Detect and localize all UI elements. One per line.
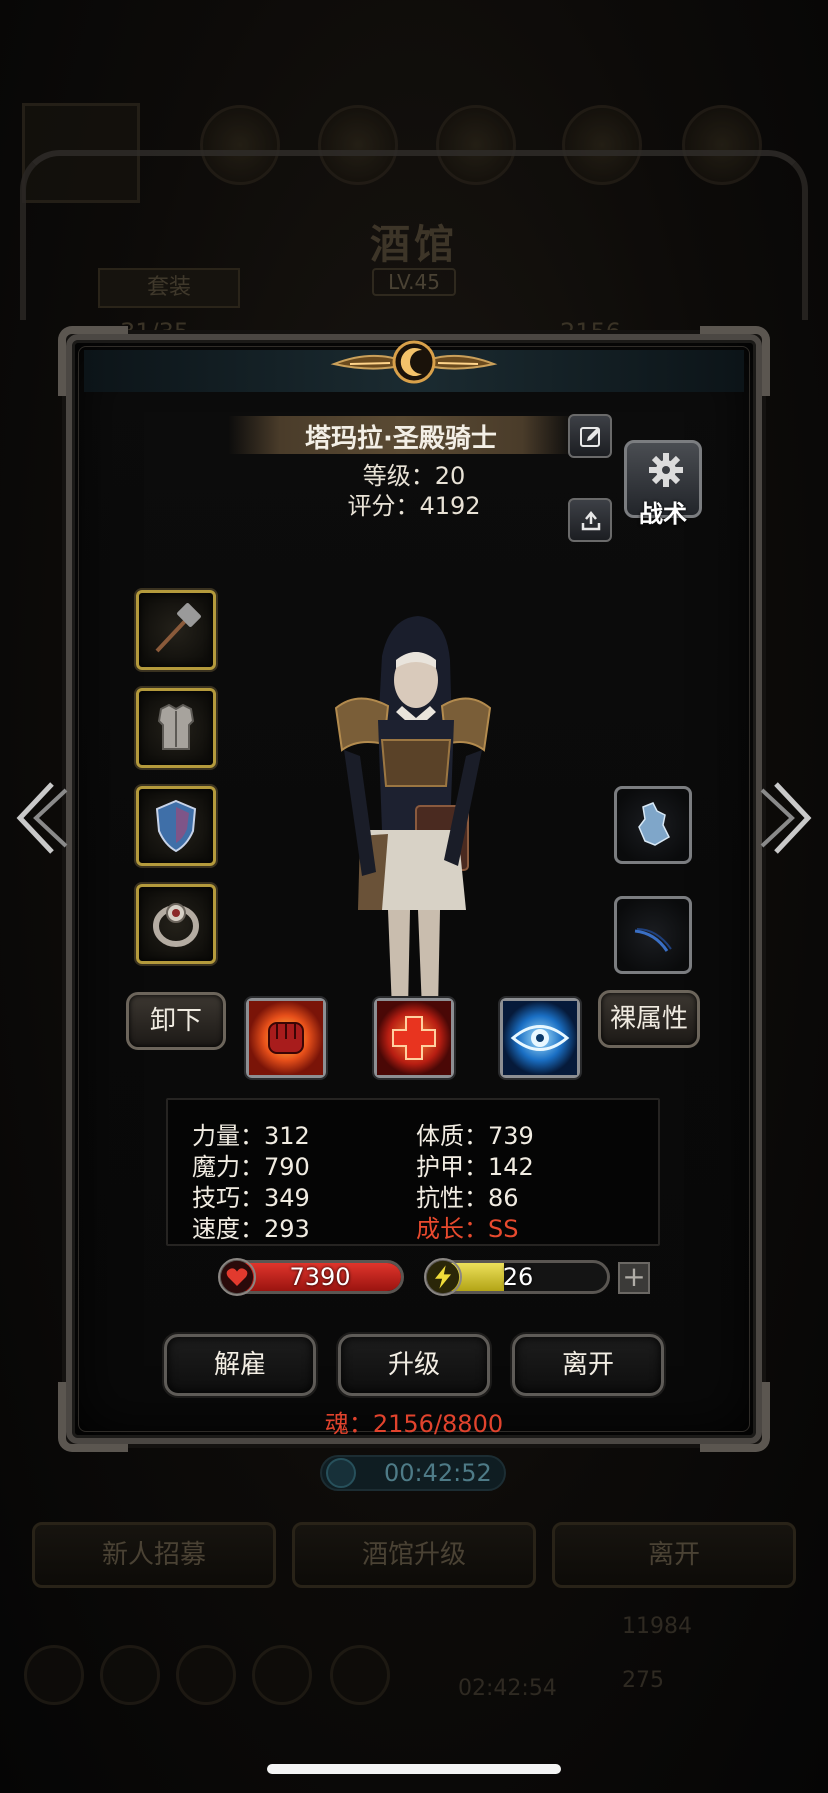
soul-cost: 魂：2156/8800 (324, 1410, 504, 1438)
background-currency-a: 11984 (622, 1614, 692, 1639)
background-tavern-upgrade-button: 酒馆升级 (292, 1522, 536, 1588)
equip-slot-accessory-2[interactable] (614, 896, 692, 974)
equip-slot-shield[interactable] (136, 786, 216, 866)
shield-icon (155, 799, 197, 853)
pencil-icon (580, 427, 600, 447)
background-nav-icon (100, 1645, 160, 1705)
dismiss-button[interactable]: 解雇 (164, 1334, 316, 1396)
background-nav-icon (330, 1645, 390, 1705)
equip-slot-weapon[interactable] (136, 590, 216, 670)
equip-slot-accessory-1[interactable] (614, 786, 692, 864)
cross-heal-icon (377, 1001, 451, 1075)
background-nav-icon (176, 1645, 236, 1705)
feather-icon (634, 928, 672, 952)
background-ornate-frame (20, 150, 808, 320)
skill-slot-2[interactable] (374, 998, 454, 1078)
hammer-icon (155, 603, 201, 653)
stat-speed: 速度：293 (192, 1215, 310, 1243)
moon-crest-icon (330, 340, 498, 384)
tactics-label: 战术 (639, 500, 687, 528)
equip-slot-ring[interactable] (136, 884, 216, 964)
stat-resistance: 抗性：86 (416, 1184, 519, 1212)
background-leave-button: 离开 (552, 1522, 796, 1588)
hero-score: 评分：4192 (347, 492, 481, 520)
hero-name: 塔玛拉·圣殿骑士 (305, 424, 497, 454)
lightning-icon (424, 1258, 462, 1296)
stat-growth: 成长：SS (416, 1215, 519, 1243)
background-currency-b: 275 (622, 1668, 664, 1693)
upload-icon (581, 511, 601, 531)
stat-constitution: 体质：739 (416, 1122, 534, 1150)
base-attributes-button[interactable]: 裸属性 (598, 990, 700, 1048)
equip-slot-armor[interactable] (136, 688, 216, 768)
hero-portrait (334, 616, 492, 1010)
background-timer: 00:42:52 (384, 1459, 492, 1487)
ring-icon (153, 903, 199, 947)
share-button[interactable] (568, 498, 612, 542)
leave-button[interactable]: 离开 (512, 1334, 664, 1396)
rename-button[interactable] (568, 414, 612, 458)
background-nav-icon (252, 1645, 312, 1705)
background-recruit-button: 新人招募 (32, 1522, 276, 1588)
gear-icon (649, 453, 683, 487)
home-indicator (267, 1764, 561, 1774)
stat-magic: 魔力：790 (192, 1153, 310, 1181)
skill-slot-3[interactable] (500, 998, 580, 1078)
stat-armor: 护甲：142 (416, 1153, 534, 1181)
frame-corner (58, 326, 128, 396)
chest-armor-icon (157, 703, 195, 750)
stat-skill: 技巧：349 (192, 1184, 310, 1212)
chevron-left-icon[interactable] (12, 780, 68, 856)
fist-icon (249, 1001, 323, 1075)
ice-crystal-icon (638, 802, 670, 846)
eye-icon (503, 1001, 577, 1075)
heart-icon (218, 1258, 256, 1296)
stat-strength: 力量：312 (192, 1122, 310, 1150)
add-energy-button[interactable]: + (618, 1262, 650, 1294)
background-bottom-timer: 02:42:54 (458, 1676, 557, 1701)
skill-slot-1[interactable] (246, 998, 326, 1078)
frame-corner (700, 326, 770, 396)
upgrade-button[interactable]: 升级 (338, 1334, 490, 1396)
unequip-button[interactable]: 卸下 (126, 992, 226, 1050)
clock-icon (326, 1458, 356, 1488)
background-nav-icon (24, 1645, 84, 1705)
chevron-right-icon[interactable] (760, 780, 816, 856)
